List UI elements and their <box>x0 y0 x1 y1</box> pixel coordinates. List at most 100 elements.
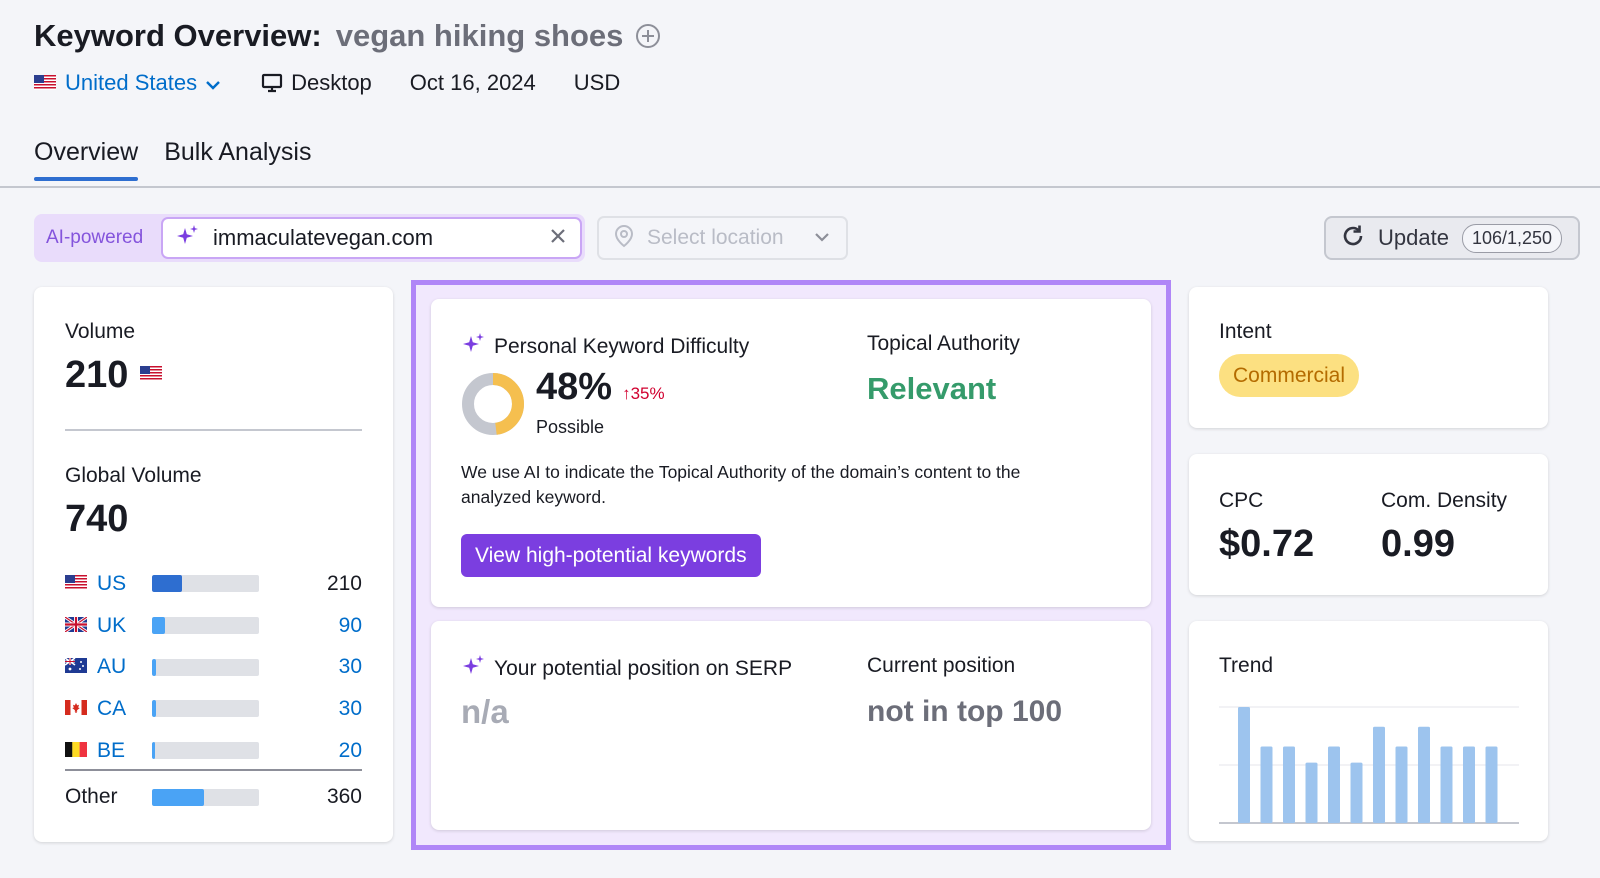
serp-header: Your potential position on SERP <box>461 654 792 684</box>
global-volume-value: 740 <box>65 498 129 540</box>
keyword-difficulty-card: Personal Keyword Difficulty 48% ↑35% Pos… <box>431 299 1151 607</box>
sparkle-icon <box>175 224 199 253</box>
other-label: Other <box>65 785 118 808</box>
volume-bar-fill <box>152 788 205 806</box>
tabs-divider <box>0 186 1600 188</box>
trend-label: Trend <box>1219 654 1274 677</box>
volume-value-row: 210 <box>65 354 163 397</box>
intent-badge: Commercial <box>1219 354 1360 397</box>
trend-bar[interactable] <box>1350 762 1363 823</box>
trend-bar[interactable] <box>1463 746 1475 823</box>
country-volume[interactable]: 30 <box>259 655 362 679</box>
chevron-down-icon <box>205 70 221 96</box>
au-flag-icon <box>64 655 87 679</box>
country-code[interactable]: BE <box>97 739 152 763</box>
country-volume-list: US 210 UK 90 AU 30 CA 30 BE 20 <box>64 563 362 772</box>
intent-label: Intent <box>1219 320 1272 343</box>
global-volume-section: Global Volume 740 <box>65 464 202 541</box>
ai-description: We use AI to indicate the Topical Author… <box>461 462 1021 507</box>
update-button[interactable]: Update 106/1,250 <box>1324 216 1580 260</box>
volume-label: Volume <box>65 320 136 343</box>
trend-card: Trend <box>1189 621 1548 841</box>
volume-bar <box>152 700 259 718</box>
country-row-ca: CA 30 <box>65 688 362 730</box>
potential-position-label: Your potential position on SERP <box>494 657 793 680</box>
cpc-section: CPC $0.72 <box>1219 489 1314 566</box>
domain-value: immaculatevegan.com <box>213 225 434 250</box>
sparkle-icon <box>461 332 485 362</box>
trend-bar[interactable] <box>1283 746 1295 823</box>
current-position-value: not in top 100 <box>867 695 1062 728</box>
us-flag-icon <box>34 70 56 96</box>
trend-bar[interactable] <box>1260 746 1273 823</box>
country-selector[interactable]: United States <box>34 70 221 96</box>
country-code[interactable]: UK <box>97 614 152 638</box>
trend-bar[interactable] <box>1395 746 1408 823</box>
add-circle-icon[interactable] <box>635 23 661 49</box>
volume-value: 210 <box>65 354 129 396</box>
trend-bar[interactable] <box>1373 726 1385 823</box>
title-row: Keyword Overview: vegan hiking shoes <box>34 14 661 58</box>
volume-bar <box>152 658 259 676</box>
device-label: Desktop <box>291 70 372 95</box>
country-code[interactable]: US <box>97 572 152 596</box>
volume-bar-fill <box>152 658 157 676</box>
trend-bar[interactable] <box>1485 746 1498 823</box>
density-value: 0.99 <box>1381 523 1455 565</box>
uk-flag-icon <box>64 614 88 638</box>
trend-bar[interactable] <box>1305 762 1318 823</box>
trend-bar[interactable] <box>1440 746 1453 823</box>
intent-card: Intent Commercial <box>1189 287 1548 428</box>
global-volume-label: Global Volume <box>65 464 202 487</box>
trend-bar[interactable] <box>1328 746 1340 823</box>
volume-bar <box>152 742 259 760</box>
country-volume[interactable]: 30 <box>259 697 362 721</box>
potential-position-value: n/a <box>461 693 509 730</box>
domain-input[interactable]: immaculatevegan.com <box>161 217 582 259</box>
update-label: Update <box>1378 225 1449 250</box>
country-row-au: AU 30 <box>64 646 362 688</box>
divider <box>65 769 362 771</box>
pkd-header: Personal Keyword Difficulty <box>461 332 749 362</box>
difficulty-delta: ↑35% <box>622 384 665 404</box>
ai-domain-box: AI-powered immaculatevegan.com <box>34 214 585 262</box>
view-high-potential-keywords-button[interactable]: View high-potential keywords <box>461 534 761 577</box>
refresh-icon <box>1340 223 1366 254</box>
difficulty-sub: Possible <box>536 417 605 437</box>
cpc-value: $0.72 <box>1219 523 1315 565</box>
volume-bar-fill <box>152 575 182 593</box>
volume-bar <box>152 575 259 593</box>
tab-bulk-analysis[interactable]: Bulk Analysis <box>164 138 311 181</box>
trend-bar[interactable] <box>1418 726 1430 823</box>
close-icon[interactable] <box>550 228 566 249</box>
country-volume[interactable]: 90 <box>259 614 362 638</box>
ai-powered-label: AI-powered <box>46 227 144 248</box>
volume-bar-fill <box>152 742 156 760</box>
trend-bar[interactable] <box>1238 707 1250 823</box>
topical-authority-label: Topical Authority <box>867 332 1020 355</box>
topical-authority-value: Relevant <box>867 371 997 406</box>
cpc-card: CPC $0.72 Com. Density 0.99 <box>1189 454 1548 595</box>
us-flag-icon <box>140 365 163 386</box>
country-code[interactable]: CA <box>97 697 152 721</box>
toolbar: AI-powered immaculatevegan.com Select lo… <box>34 214 1580 262</box>
country-code[interactable]: AU <box>97 655 152 679</box>
density-label: Com. Density <box>1381 489 1508 512</box>
difficulty-value: 48% <box>536 366 613 408</box>
date-label: Oct 16, 2024 <box>409 70 536 95</box>
country-row-uk: UK 90 <box>64 605 362 647</box>
cpc-label: CPC <box>1219 489 1264 512</box>
device-indicator: Desktop <box>261 70 372 96</box>
be-flag-icon <box>65 739 87 763</box>
volume-bar <box>152 617 259 635</box>
difficulty-value-row: 48% ↑35% <box>536 366 665 409</box>
pkd-label: Personal Keyword Difficulty <box>494 335 750 358</box>
volume-bar-fill <box>152 700 157 718</box>
tab-overview[interactable]: Overview <box>34 138 139 181</box>
location-pin-icon <box>613 224 635 253</box>
location-placeholder: Select location <box>647 226 784 249</box>
tab-bar: Overview Bulk Analysis <box>34 138 337 181</box>
country-volume[interactable]: 20 <box>259 739 362 763</box>
location-select[interactable]: Select location <box>597 216 848 260</box>
country-row-be: BE 20 <box>65 730 362 772</box>
